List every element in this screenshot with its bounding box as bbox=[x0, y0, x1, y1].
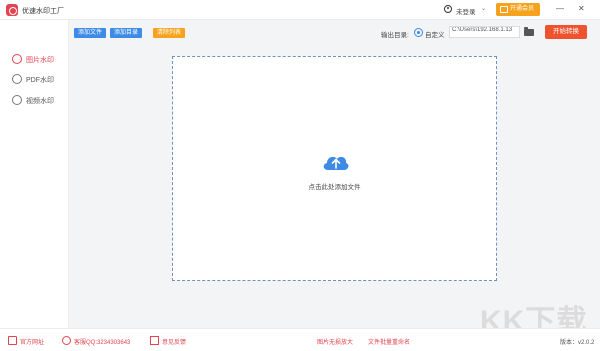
user-icon[interactable] bbox=[444, 5, 452, 13]
version-label: 版本：v2.0.2 bbox=[560, 340, 595, 346]
sidebar-item-label: 图片水印 bbox=[26, 57, 54, 64]
chevron-down-icon[interactable]: ⌄ bbox=[481, 5, 486, 12]
close-icon[interactable]: ✕ bbox=[578, 4, 585, 14]
headset-icon bbox=[62, 336, 71, 345]
drop-zone-text: 点击此处添加文件 bbox=[308, 184, 361, 191]
app-logo-icon bbox=[6, 4, 18, 16]
image-upscale-link[interactable]: 图片无损放大 bbox=[317, 337, 353, 346]
image-watermark-icon bbox=[12, 54, 22, 64]
custom-option-label[interactable]: 自定义 bbox=[425, 29, 445, 39]
open-vip-button[interactable]: 开通会员 bbox=[496, 3, 540, 16]
app-title: 优速水印工厂 bbox=[22, 8, 64, 15]
support-qq-label: 客服QQ:3234303643 bbox=[74, 340, 131, 346]
pdf-icon bbox=[12, 74, 22, 84]
file-drop-zone[interactable]: 点击此处添加文件 bbox=[172, 56, 497, 281]
sidebar: 图片水印 PDF水印 视频水印 bbox=[0, 20, 69, 328]
sidebar-item-video-watermark[interactable]: 视频水印 bbox=[12, 94, 67, 106]
sidebar-item-label: PDF水印 bbox=[26, 77, 54, 84]
sidebar-item-image-watermark[interactable]: 图片水印 bbox=[12, 53, 67, 65]
output-dir-label: 输出目录: bbox=[381, 32, 409, 39]
login-status[interactable]: 未登录 bbox=[456, 6, 476, 16]
home-icon bbox=[8, 336, 17, 345]
official-site-label: 官方网址 bbox=[20, 340, 45, 346]
vip-label: 开通会员 bbox=[510, 6, 535, 12]
add-folder-button[interactable]: 添加目录 bbox=[110, 28, 142, 38]
cloud-upload-icon bbox=[323, 156, 349, 170]
feedback-label: 意见反馈 bbox=[162, 340, 187, 346]
batch-rename-link[interactable]: 文件批量重命名 bbox=[368, 337, 410, 346]
start-convert-button[interactable]: 开始转换 bbox=[545, 25, 587, 39]
output-path-field[interactable]: C:\Users\192.168.1.13 bbox=[449, 26, 520, 38]
title-bar: 优速水印工厂 未登录 ⌄ 开通会员 — ✕ bbox=[0, 0, 600, 20]
sidebar-item-pdf-watermark[interactable]: PDF水印 bbox=[12, 73, 67, 85]
sidebar-item-label: 视频水印 bbox=[26, 98, 54, 105]
feedback-icon bbox=[150, 336, 159, 345]
video-icon bbox=[12, 95, 22, 105]
minimize-icon[interactable]: — bbox=[556, 4, 564, 14]
folder-icon[interactable] bbox=[524, 27, 534, 36]
custom-radio[interactable] bbox=[414, 28, 423, 37]
crown-icon bbox=[500, 6, 508, 13]
clear-list-button[interactable]: 清除列表 bbox=[153, 28, 185, 38]
footer-bar: 官方网址 客服QQ:3234303643 意见反馈 图片无损放大 文件批量重命名… bbox=[0, 328, 600, 351]
add-file-button[interactable]: 添加文件 bbox=[74, 28, 106, 38]
